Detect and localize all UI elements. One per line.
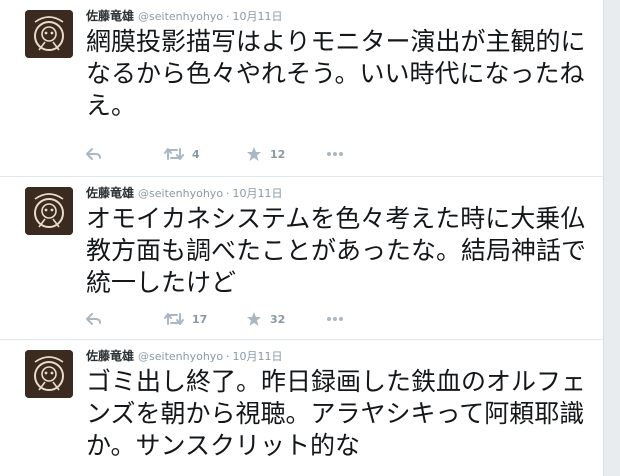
retweet-count: 4 bbox=[192, 147, 200, 161]
favorite-count: 12 bbox=[270, 147, 286, 161]
display-name[interactable]: 佐藤竜雄 bbox=[86, 9, 134, 23]
tweet-date[interactable]: 10月11日 bbox=[233, 350, 283, 363]
tweet-header: 佐藤竜雄 @seitenhyohyo · 10月11日 bbox=[86, 7, 283, 25]
tweet-actions: 4 12 bbox=[86, 143, 386, 165]
retweet-button[interactable]: 17 bbox=[164, 308, 207, 330]
user-handle[interactable]: @seitenhyohyo bbox=[138, 10, 223, 23]
more-icon bbox=[327, 152, 343, 156]
user-handle[interactable]: @seitenhyohyo bbox=[138, 350, 223, 363]
more-icon bbox=[327, 317, 343, 321]
avatar[interactable] bbox=[25, 350, 73, 398]
tweet[interactable]: 佐藤竜雄 @seitenhyohyo · 10月11日 網膜投影描写はよりモニター演出… bbox=[0, 0, 603, 177]
avatar[interactable] bbox=[25, 10, 73, 58]
retweet-icon bbox=[164, 148, 184, 160]
star-icon bbox=[247, 147, 261, 161]
more-button[interactable] bbox=[326, 308, 344, 330]
display-name[interactable]: 佐藤竜雄 bbox=[86, 349, 134, 363]
column-border bbox=[603, 0, 604, 476]
separator-dot: · bbox=[226, 187, 230, 200]
retweet-button[interactable]: 4 bbox=[164, 143, 200, 165]
avatar[interactable] bbox=[25, 187, 73, 235]
tweet[interactable]: 佐藤竜雄 @seitenhyohyo · 10月11日 ゴミ出し終了。昨日録画した鉄血… bbox=[0, 340, 603, 476]
favorite-button[interactable]: 12 bbox=[246, 143, 285, 165]
reply-button[interactable] bbox=[86, 308, 102, 330]
tweet-header: 佐藤竜雄 @seitenhyohyo · 10月11日 bbox=[86, 184, 283, 202]
separator-dot: · bbox=[226, 350, 230, 363]
separator-dot: · bbox=[226, 10, 230, 23]
user-handle[interactable]: @seitenhyohyo bbox=[138, 187, 223, 200]
timeline: 佐藤竜雄 @seitenhyohyo · 10月11日 網膜投影描写はよりモニター演出… bbox=[0, 0, 603, 476]
tweet-text: ゴミ出し終了。昨日録画した鉄血のオルフェンズを朝から視聴。アラヤシキって阿頼耶識… bbox=[86, 367, 587, 460]
more-button[interactable] bbox=[326, 143, 344, 165]
favorite-button[interactable]: 32 bbox=[246, 308, 285, 330]
retweet-icon bbox=[164, 313, 184, 325]
tweet-actions: 17 32 bbox=[86, 308, 386, 330]
reply-icon bbox=[86, 148, 101, 160]
star-icon bbox=[247, 312, 261, 326]
tweet-text: オモイカネシステムを色々考えた時に大乗仏教方面も調べたことがあったな。結局神話で… bbox=[86, 204, 587, 297]
reply-button[interactable] bbox=[86, 143, 102, 165]
display-name[interactable]: 佐藤竜雄 bbox=[86, 186, 134, 200]
tweet[interactable]: 佐藤竜雄 @seitenhyohyo · 10月11日 オモイカネシステムを色々考えた… bbox=[0, 177, 603, 340]
favorite-count: 32 bbox=[270, 312, 286, 326]
tweet-header: 佐藤竜雄 @seitenhyohyo · 10月11日 bbox=[86, 347, 283, 365]
tweet-date[interactable]: 10月11日 bbox=[233, 10, 283, 23]
tweet-date[interactable]: 10月11日 bbox=[233, 187, 283, 200]
reply-icon bbox=[86, 313, 101, 325]
tweet-text: 網膜投影描写はよりモニター演出が主観的になるから色々やれそう。いい時代になったね… bbox=[86, 27, 586, 120]
retweet-count: 17 bbox=[192, 312, 208, 326]
